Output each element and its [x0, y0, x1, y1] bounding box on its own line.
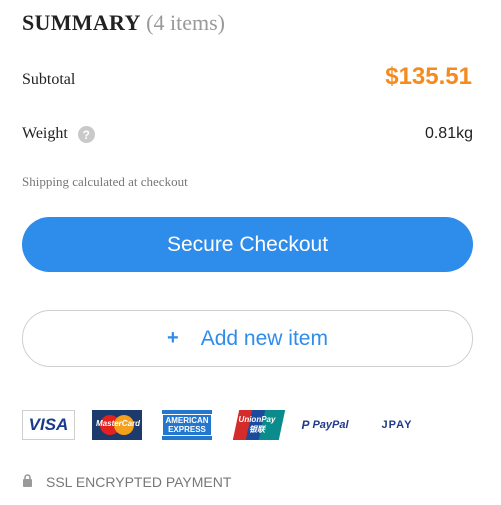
item-count: (4 items): [146, 10, 225, 35]
summary-heading: SUMMARY: [22, 10, 141, 35]
add-new-item-button[interactable]: + Add new item: [22, 310, 473, 367]
ssl-text: SSL ENCRYPTED PAYMENT: [46, 474, 232, 490]
unionpay-line2: 银联: [249, 425, 265, 434]
visa-logo: VISA: [22, 410, 75, 440]
amex-logo: AMERICAN EXPRESS: [162, 410, 212, 440]
plus-icon: +: [167, 327, 179, 349]
paypal-p-icon: P: [301, 418, 310, 432]
add-new-item-label: Add new item: [200, 326, 328, 350]
amex-line1: AMERICAN: [165, 416, 209, 425]
paypal-text: PayPal: [312, 419, 349, 431]
paypal-logo: P PayPal: [300, 410, 350, 440]
ssl-note: SSL ENCRYPTED PAYMENT: [22, 474, 231, 490]
weight-label: Weight: [22, 124, 68, 142]
unionpay-logo: UnionPay 银联: [232, 410, 286, 440]
unionpay-line1: UnionPay: [238, 415, 276, 424]
help-icon[interactable]: ?: [77, 126, 95, 143]
lock-icon: [22, 474, 33, 490]
summary-title: SUMMARY (4 items): [22, 10, 225, 36]
weight-value: 0.81kg: [424, 125, 473, 142]
mastercard-logo: MasterCard: [92, 410, 142, 440]
shipping-note: Shipping calculated at checkout: [22, 174, 188, 189]
subtotal-value: $135.51: [385, 63, 472, 90]
amex-line2: EXPRESS: [168, 425, 206, 434]
mastercard-text: MasterCard: [96, 419, 141, 428]
secure-checkout-button[interactable]: Secure Checkout: [22, 217, 473, 272]
weight-row: Weight ?: [22, 124, 95, 143]
jpay-logo: JPAY: [381, 419, 413, 431]
subtotal-label: Subtotal: [22, 71, 76, 88]
